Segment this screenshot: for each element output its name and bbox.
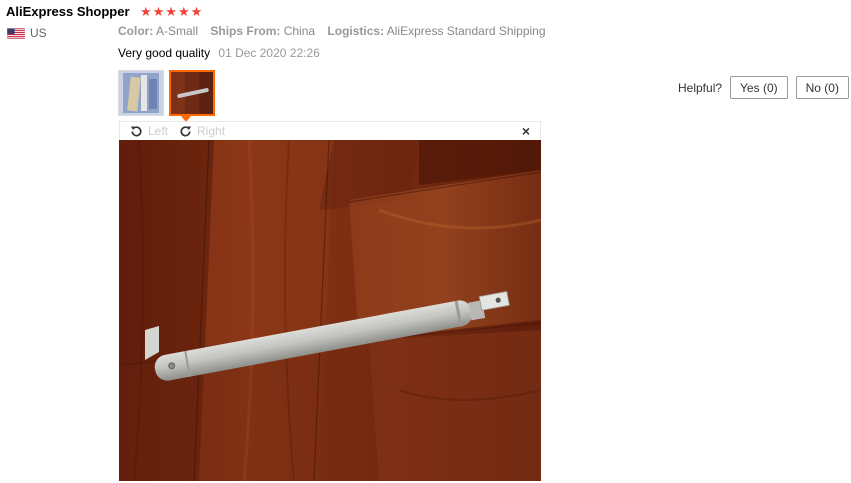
attr-color-value: A-Small <box>156 24 199 38</box>
thumbnail-image-2 <box>171 72 213 114</box>
us-flag-icon <box>7 27 25 39</box>
rotate-right-button[interactable]: Right <box>178 124 225 139</box>
reviewer-header: AliExpress Shopper ★★★★★ <box>6 3 203 21</box>
rotate-left-icon <box>130 125 142 136</box>
attr-logistics: Logistics: AliExpress Standard Shipping <box>327 24 545 38</box>
attr-color: Color: A-Small <box>118 24 198 38</box>
reviewer-country: US <box>7 26 47 40</box>
country-code: US <box>30 26 47 40</box>
product-attributes: Color: A-Small Ships From: China Logisti… <box>118 24 555 38</box>
review-feedback: Very good quality 01 Dec 2020 22:26 <box>118 46 320 60</box>
attr-ships-from: Ships From: China <box>210 24 315 38</box>
review-text: Very good quality <box>118 46 211 60</box>
rotate-left-button[interactable]: Left <box>129 124 168 139</box>
attr-logistics-label: Logistics: <box>327 24 385 38</box>
review-photo <box>119 140 541 481</box>
attr-logistics-value: AliExpress Standard Shipping <box>386 24 546 38</box>
star-rating: ★★★★★ <box>140 3 204 19</box>
attr-color-label: Color: <box>118 24 154 38</box>
review-date: 01 Dec 2020 22:26 <box>218 46 320 60</box>
rotate-right-label: Right <box>197 124 226 138</box>
rotate-right-icon <box>180 125 192 136</box>
thumbnail-image-1 <box>119 71 163 115</box>
review-photo-large <box>119 140 541 481</box>
attr-ships-value: China <box>283 24 316 38</box>
attr-ships-label: Ships From: <box>210 24 281 38</box>
review-thumbnails <box>118 70 215 116</box>
helpful-label: Helpful? <box>678 80 723 95</box>
image-viewer-toolbar: Left Right × <box>119 121 541 140</box>
vote-yes-button[interactable]: Yes (0) <box>730 76 788 99</box>
review-thumbnail-1[interactable] <box>118 70 164 116</box>
review-thumbnail-2[interactable] <box>169 70 215 116</box>
helpful-vote-section: Helpful? Yes (0) No (0) <box>678 76 849 99</box>
vote-no-button[interactable]: No (0) <box>795 76 849 99</box>
close-viewer-button[interactable]: × <box>522 123 530 139</box>
reviewer-name: AliExpress Shopper <box>6 4 130 20</box>
rotate-left-label: Left <box>148 124 169 138</box>
